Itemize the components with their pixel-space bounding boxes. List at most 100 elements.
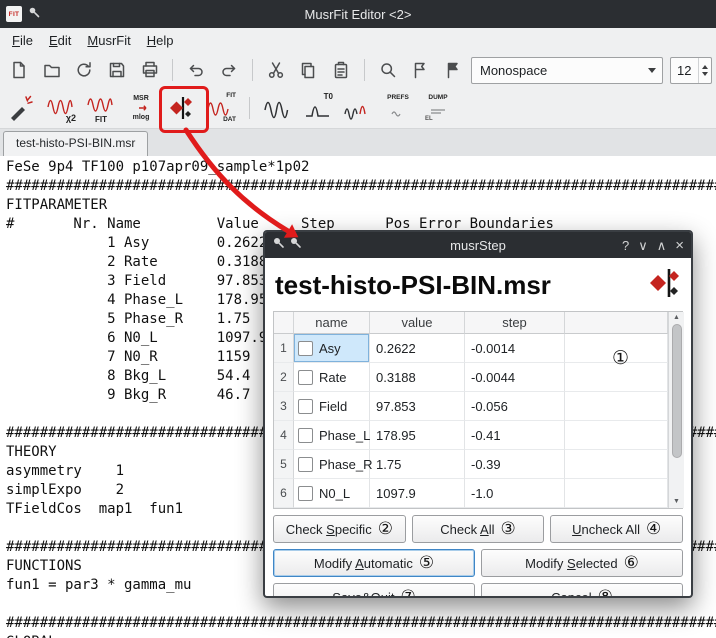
modify-selected-button[interactable]: Modify Selected ⑥ — [481, 549, 683, 577]
param-name: N0_L — [319, 486, 350, 501]
dump-label: DUMP — [421, 95, 455, 102]
window-titlebar: FIT MusrFit Editor <2> — [0, 0, 716, 28]
musrfit-chisq-button[interactable]: χ2 — [44, 91, 78, 125]
checkbox[interactable] — [298, 341, 313, 356]
table-scrollbar[interactable]: ▲ ▼ — [668, 312, 684, 508]
param-value-cell[interactable]: 0.3188 — [370, 363, 465, 392]
param-step-cell[interactable]: -0.056 — [465, 392, 565, 421]
pin-icon[interactable] — [289, 236, 302, 254]
msr2mlog-button[interactable]: MSR mlog — [124, 91, 158, 125]
scroll-up-icon[interactable]: ▲ — [673, 313, 680, 323]
musrt0-button[interactable]: T0 — [301, 91, 335, 125]
menubar: File Edit MusrFit Help — [0, 28, 716, 52]
button-label: Check Specific — [286, 522, 372, 537]
editor-line: FITPARAMETER — [6, 196, 716, 215]
param-name-cell[interactable]: Phase_R — [294, 450, 370, 479]
toolbar-separator — [364, 59, 365, 81]
param-name: Phase_R — [319, 457, 372, 472]
col-header-value[interactable]: value — [370, 312, 465, 334]
scrollbar-thumb[interactable] — [672, 324, 682, 458]
open-file-button[interactable] — [37, 55, 67, 85]
musrft-button[interactable] — [341, 91, 375, 125]
musrview-button[interactable] — [261, 91, 295, 125]
font-family-combobox[interactable]: Monospace — [471, 57, 663, 84]
copy-button[interactable] — [293, 55, 323, 85]
shade-down-icon[interactable]: ∨ — [638, 239, 648, 252]
row-number: 5 — [274, 450, 294, 479]
param-step-cell[interactable]: -0.39 — [465, 450, 565, 479]
checkbox[interactable] — [298, 370, 313, 385]
cut-button[interactable] — [261, 55, 291, 85]
empty-cell — [565, 421, 668, 450]
param-name: Phase_L — [319, 428, 370, 443]
musrdump-button[interactable]: DUMP EL — [421, 91, 455, 125]
editor-line: GLOBAL — [6, 633, 716, 638]
msr-label: MSR — [124, 95, 158, 102]
close-icon[interactable]: × — [675, 238, 684, 253]
cancel-button[interactable]: Cancel ⑧ — [481, 583, 683, 598]
modify-automatic-button[interactable]: Modify Automatic ⑤ — [273, 549, 475, 577]
editor-line: ########################################… — [6, 614, 716, 633]
menu-edit[interactable]: Edit — [41, 30, 79, 51]
checkbox[interactable] — [298, 428, 313, 443]
uncheck-all-button[interactable]: Uncheck All ④ — [550, 515, 683, 543]
font-size-spinner[interactable]: 12 — [670, 57, 712, 84]
menu-file[interactable]: File — [4, 30, 41, 51]
scroll-down-icon[interactable]: ▼ — [673, 497, 680, 507]
musrfit-fit-button[interactable]: FIT — [84, 91, 118, 125]
param-value-cell[interactable]: 1.75 — [370, 450, 465, 479]
checkbox[interactable] — [298, 486, 313, 501]
toolbar-separator — [249, 97, 250, 119]
search-button[interactable] — [373, 55, 403, 85]
shade-up-icon[interactable]: ∧ — [657, 239, 667, 252]
new-file-button[interactable] — [4, 55, 34, 85]
musrstep-button[interactable] — [164, 91, 198, 125]
pin-icon[interactable] — [272, 236, 285, 254]
musredit-wand-button[interactable] — [4, 91, 38, 125]
check-all-button[interactable]: Check All ③ — [412, 515, 545, 543]
menu-help[interactable]: Help — [139, 30, 182, 51]
param-name-cell[interactable]: Asy — [294, 334, 370, 363]
save-button[interactable] — [102, 55, 132, 85]
save-quit-button[interactable]: Save&Quit ⑦ — [273, 583, 475, 598]
col-header-name[interactable]: name — [294, 312, 370, 334]
undo-button[interactable] — [181, 55, 211, 85]
dump-sub-label: EL — [425, 116, 433, 122]
msr2dat-button[interactable]: FIT DAT — [204, 91, 238, 125]
mlog-label: mlog — [124, 114, 158, 121]
button-label: Check All — [440, 522, 494, 537]
print-button[interactable] — [135, 55, 165, 85]
spinner-arrows[interactable] — [698, 58, 711, 83]
musrprefs-button[interactable]: PREFS — [381, 91, 415, 125]
fit-dat-top-label: FIT — [226, 93, 236, 100]
param-step-cell[interactable]: -0.0014 — [465, 334, 565, 363]
reload-button[interactable] — [69, 55, 99, 85]
param-name-cell[interactable]: Field — [294, 392, 370, 421]
find-next-button[interactable] — [406, 55, 436, 85]
param-value-cell[interactable]: 97.853 — [370, 392, 465, 421]
param-step-cell[interactable]: -0.0044 — [465, 363, 565, 392]
combo-dropdown-arrow[interactable] — [642, 58, 662, 83]
editor-line: ########################################… — [6, 177, 716, 196]
menu-musrfit[interactable]: MusrFit — [79, 30, 138, 51]
tab-msr-file[interactable]: test-histo-PSI-BIN.msr — [3, 131, 148, 156]
checkbox[interactable] — [298, 457, 313, 472]
param-step-cell[interactable]: -1.0 — [465, 479, 565, 508]
paste-button[interactable] — [326, 55, 356, 85]
help-icon[interactable]: ? — [622, 239, 629, 252]
param-step-cell[interactable]: -0.41 — [465, 421, 565, 450]
checkbox[interactable] — [298, 399, 313, 414]
fit-label: FIT — [84, 116, 118, 124]
param-value-cell[interactable]: 1097.9 — [370, 479, 465, 508]
redo-button[interactable] — [214, 55, 244, 85]
col-header-step[interactable]: step — [465, 312, 565, 334]
param-name-cell[interactable]: N0_L — [294, 479, 370, 508]
param-value-cell[interactable]: 178.95 — [370, 421, 465, 450]
param-value-cell[interactable]: 0.2622 — [370, 334, 465, 363]
button-label: Uncheck All — [572, 522, 640, 537]
find-previous-button[interactable] — [438, 55, 468, 85]
param-name-cell[interactable]: Rate — [294, 363, 370, 392]
param-name-cell[interactable]: Phase_L — [294, 421, 370, 450]
musrfit-logo-icon — [647, 267, 681, 304]
check-specific-button[interactable]: Check Specific ② — [273, 515, 406, 543]
